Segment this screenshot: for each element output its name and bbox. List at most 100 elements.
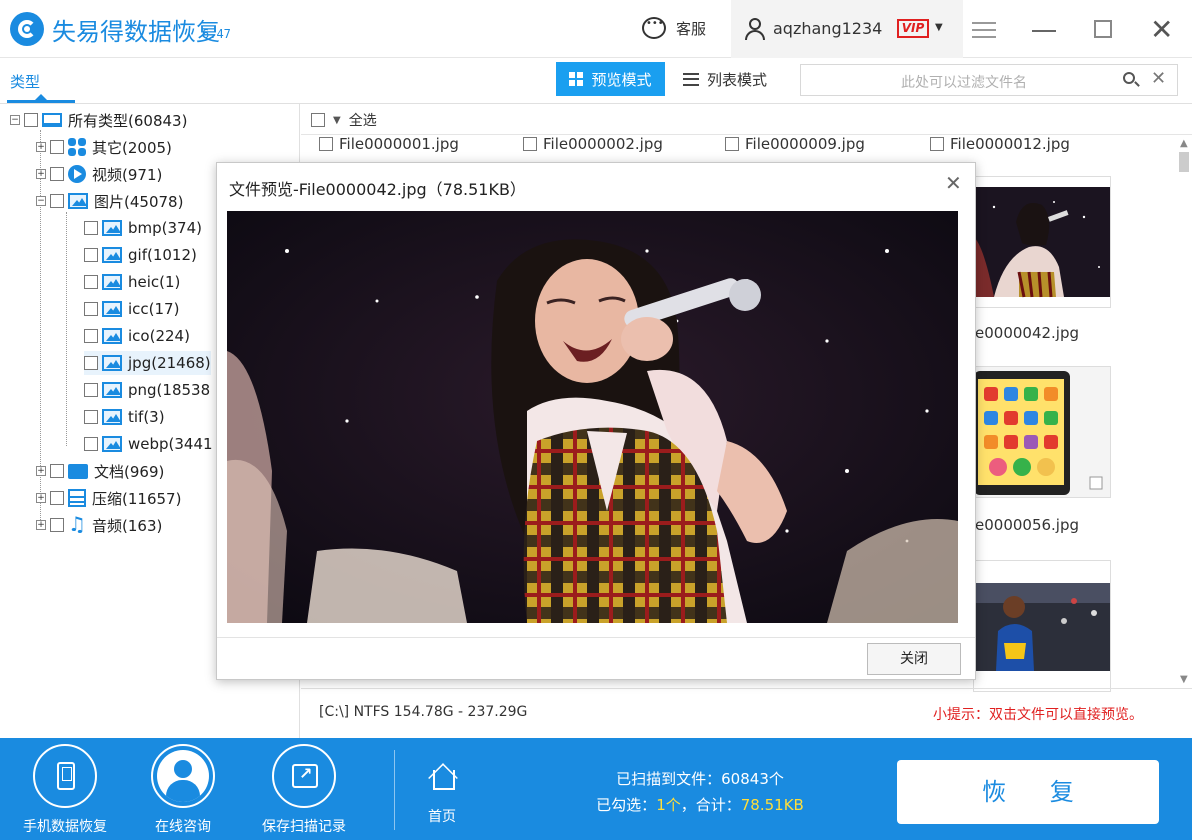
online-consult-button[interactable]: 在线咨询 (128, 744, 238, 840)
tree-label: gif(1012) (128, 246, 197, 264)
scroll-up-icon[interactable]: ▲ (1180, 138, 1188, 149)
checkbox[interactable] (84, 383, 98, 397)
tree-label: 其它(2005) (92, 138, 172, 157)
close-window-icon[interactable]: ✕ (1150, 13, 1173, 46)
tree-item-all[interactable]: − 所有类型(60843) (10, 108, 187, 132)
file-name: File0000009.jpg (745, 135, 865, 153)
tree-item-tif[interactable]: tif(3) (84, 405, 165, 429)
tree-item-bmp[interactable]: bmp(374) (84, 216, 202, 240)
checkbox[interactable] (50, 167, 64, 181)
thumbnail-singer[interactable] (973, 176, 1111, 308)
tree-item-icc[interactable]: icc(17) (84, 297, 179, 321)
phone-recovery-label: 手机数据恢复 (23, 819, 107, 835)
tree-label: 图片(45078) (94, 192, 184, 211)
clear-icon[interactable]: ✕ (1151, 68, 1166, 89)
save-scan-button[interactable]: 保存扫描记录 (249, 744, 359, 840)
tree-item-video[interactable]: + 视频(971) (36, 162, 162, 186)
tree-item-gif[interactable]: gif(1012) (84, 243, 197, 267)
expand-icon[interactable]: + (36, 520, 46, 530)
divider (394, 750, 395, 830)
tree-item-docs[interactable]: + 文档(969) (36, 459, 164, 483)
support-button[interactable]: 客服 (642, 17, 706, 39)
phone-icon (57, 762, 75, 790)
selected-size: 78.51KB (740, 796, 804, 814)
tree-item-png[interactable]: png(18538 (84, 378, 210, 402)
checkbox[interactable] (84, 302, 98, 316)
checkbox[interactable] (84, 437, 98, 451)
online-consult-label: 在线咨询 (155, 819, 211, 835)
home-button[interactable]: 首页 (410, 756, 474, 826)
tree-item-ico[interactable]: ico(224) (84, 324, 190, 348)
scroll-thumb[interactable] (1179, 152, 1189, 172)
filter-input[interactable]: 此处可以过滤文件名 ✕ (800, 64, 1178, 96)
checkbox[interactable] (50, 194, 64, 208)
file-item[interactable]: File0000012.jpg (930, 135, 1070, 153)
checkbox[interactable] (50, 491, 64, 505)
recover-button[interactable]: 恢 复 (897, 760, 1159, 824)
video-icon (68, 165, 86, 183)
checkbox[interactable] (50, 140, 64, 154)
file-name: File0000001.jpg (339, 135, 459, 153)
checkbox[interactable] (725, 137, 739, 151)
collapse-icon[interactable]: − (10, 115, 20, 125)
expand-icon[interactable]: + (36, 493, 46, 503)
preview-dialog: 文件预览-File0000042.jpg（78.51KB） ✕ 关闭 (216, 162, 976, 680)
list-mode-button[interactable]: 列表模式 (683, 62, 783, 96)
image-icon (102, 355, 122, 371)
preview-mode-button[interactable]: 预览模式 (556, 62, 665, 96)
file-item[interactable]: File0000001.jpg (319, 135, 459, 153)
collapse-icon[interactable]: − (36, 196, 46, 206)
phone-recovery-button[interactable]: 手机数据恢复 (10, 744, 120, 840)
tree-item-images[interactable]: − 图片(45078) (36, 189, 183, 213)
vertical-scrollbar[interactable]: ▲ ▼ (1176, 138, 1192, 688)
title-bar: 失易得数据恢复 6.47 客服 aqzhang1234 VIP ▼ ✕ (0, 0, 1192, 58)
tree-item-archives[interactable]: + 压缩(11657) (36, 486, 181, 510)
checkbox[interactable] (523, 137, 537, 151)
checkbox[interactable] (319, 137, 333, 151)
checkbox[interactable] (84, 356, 98, 370)
thumbnail-phone[interactable] (973, 366, 1111, 498)
image-icon (102, 220, 122, 236)
tree-label: 压缩(11657) (92, 489, 182, 508)
tree-item-jpg[interactable]: jpg(21468) (84, 351, 211, 375)
select-all[interactable]: ▼ 全选 (311, 110, 377, 130)
dropdown-caret-icon[interactable]: ▼ (935, 22, 943, 33)
file-name[interactable]: e0000042.jpg (975, 324, 1079, 342)
tree-item-heic[interactable]: heic(1) (84, 270, 180, 294)
checkbox[interactable] (84, 410, 98, 424)
divider (301, 688, 1192, 689)
caret-down-icon[interactable]: ▼ (333, 115, 341, 126)
checkbox[interactable] (930, 137, 944, 151)
tree-label: heic(1) (128, 273, 181, 291)
app-title: 失易得数据恢复 (52, 18, 220, 46)
menu-icon[interactable] (972, 22, 996, 38)
checkbox[interactable] (50, 464, 64, 478)
tab-type[interactable]: 类型 (10, 71, 40, 92)
thumbnail-basketball[interactable] (973, 560, 1111, 692)
checkbox[interactable] (24, 113, 38, 127)
checkbox[interactable] (84, 248, 98, 262)
checkbox[interactable] (84, 221, 98, 235)
select-all-checkbox[interactable] (311, 113, 325, 127)
list-icon (683, 72, 699, 86)
tree-item-other[interactable]: + 其它(2005) (36, 135, 172, 159)
checkbox[interactable] (84, 329, 98, 343)
expand-icon[interactable]: + (36, 466, 46, 476)
checkbox[interactable] (84, 275, 98, 289)
expand-icon[interactable]: + (36, 169, 46, 179)
checkbox[interactable] (50, 518, 64, 532)
search-icon[interactable] (1123, 72, 1135, 84)
expand-icon[interactable]: + (36, 142, 46, 152)
tree-item-audio[interactable]: + 音频(163) (36, 512, 162, 537)
tree-item-webp[interactable]: webp(3441 (84, 432, 213, 456)
file-name[interactable]: e0000056.jpg (975, 516, 1079, 534)
file-item[interactable]: File0000002.jpg (523, 135, 663, 153)
dialog-close-icon[interactable]: ✕ (945, 171, 962, 195)
file-item[interactable]: File0000009.jpg (725, 135, 865, 153)
dialog-close-button[interactable]: 关闭 (867, 643, 961, 675)
user-menu[interactable]: aqzhang1234 VIP ▼ (731, 0, 963, 58)
maximize-icon[interactable] (1094, 20, 1112, 38)
image-icon (102, 382, 122, 398)
scroll-down-icon[interactable]: ▼ (1180, 674, 1188, 685)
minimize-icon[interactable] (1032, 30, 1056, 32)
